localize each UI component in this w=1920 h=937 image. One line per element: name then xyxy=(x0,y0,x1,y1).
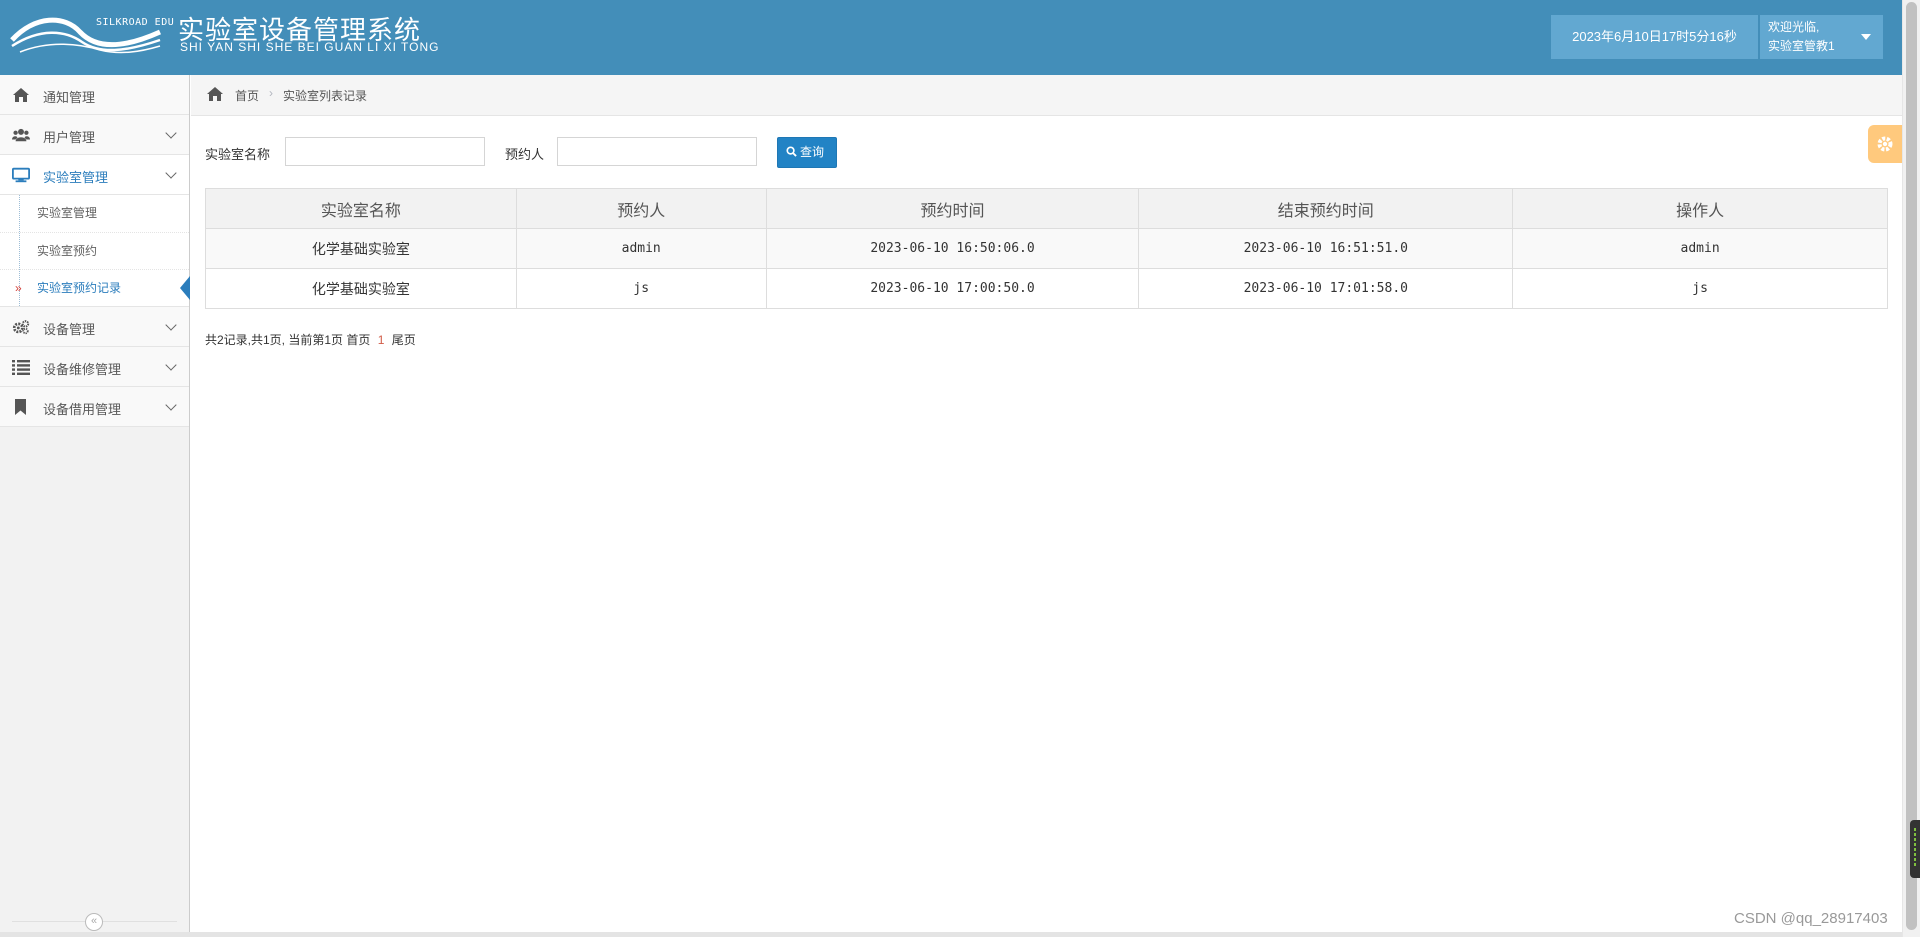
user-menu-toggle[interactable]: 欢迎光临, 实验室管教1 xyxy=(1760,15,1883,59)
sidebar-item-repair[interactable]: 设备维修管理 xyxy=(0,347,189,387)
scrollbar-thumb[interactable] xyxy=(1906,2,1917,930)
table-cell: admin xyxy=(515,228,767,269)
chevron-down-icon xyxy=(165,167,177,179)
sidebar-item-borrow[interactable]: 设备借用管理 xyxy=(0,387,189,427)
app-title-pinyin: SHI YAN SHI SHE BEI GUAN LI XI TONG xyxy=(180,40,440,54)
table-cell: 化学基础实验室 xyxy=(205,228,517,269)
breadcrumb-current: 实验室列表记录 xyxy=(283,89,368,103)
sidebar-item-label: 实验室管理 xyxy=(43,170,109,185)
submenu-item-lab-booking[interactable]: 实验室预约 xyxy=(0,232,189,269)
breadcrumb-home-link[interactable]: 首页 xyxy=(235,87,259,104)
sidebar-item-label: 用户管理 xyxy=(43,130,96,145)
table-cell: 化学基础实验室 xyxy=(205,268,517,309)
submenu-item-label: 实验室预约记录 xyxy=(37,281,122,295)
desktop-icon xyxy=(12,167,30,183)
column-header: 预约人 xyxy=(515,188,767,229)
breadcrumb-separator: › xyxy=(269,86,273,100)
sidebar-item-label: 设备维修管理 xyxy=(43,362,122,377)
sidebar-item-users[interactable]: 用户管理 xyxy=(0,115,189,155)
cogs-icon xyxy=(12,320,30,335)
page-scrollbar[interactable] xyxy=(1902,0,1920,937)
table-cell: js xyxy=(515,268,767,309)
column-header: 操作人 xyxy=(1512,188,1888,229)
table-row: 化学基础实验室 admin 2023-06-10 16:50:06.0 2023… xyxy=(205,228,1888,269)
home-icon xyxy=(13,88,29,102)
home-icon xyxy=(207,87,223,101)
double-angle-right-icon: » xyxy=(15,281,22,295)
list-icon xyxy=(12,360,30,375)
chevron-down-icon xyxy=(165,127,177,139)
table-cell: js xyxy=(1512,268,1888,309)
table-header-row: 实验室名称 预约人 预约时间 结束预约时间 操作人 xyxy=(205,188,1888,229)
sidebar-item-label: 通知管理 xyxy=(43,90,96,105)
booker-input[interactable] xyxy=(557,137,757,166)
current-datetime: 2023年6月10日17时5分16秒 xyxy=(1551,15,1758,59)
column-header: 实验室名称 xyxy=(205,188,517,229)
settings-toggle-button[interactable] xyxy=(1868,125,1902,163)
table-cell: 2023-06-10 17:01:58.0 xyxy=(1138,268,1514,309)
sidebar-item-lab-management[interactable]: 实验室管理 xyxy=(0,155,189,195)
footer-divider xyxy=(0,932,1902,937)
pagination-summary: 共2记录,共1页, 当前第1页 xyxy=(205,333,344,347)
chevron-down-icon xyxy=(165,359,177,371)
caret-down-icon xyxy=(1861,34,1871,40)
sidebar-item-equipment[interactable]: 设备管理 xyxy=(0,307,189,347)
gear-icon xyxy=(1877,136,1893,152)
booker-label: 预约人 xyxy=(505,147,545,162)
table-cell: 2023-06-10 17:00:50.0 xyxy=(765,268,1140,309)
bookmark-icon xyxy=(15,399,26,415)
booking-records-table: 实验室名称 预约人 预约时间 结束预约时间 操作人 化学基础实验室 admin … xyxy=(205,188,1888,309)
users-icon xyxy=(12,128,30,142)
lab-submenu: 实验室管理 实验室预约 » 实验室预约记录 xyxy=(0,195,190,307)
pagination-last-link[interactable]: 尾页 xyxy=(392,333,416,347)
table-cell: 2023-06-10 16:51:51.0 xyxy=(1138,228,1514,269)
lab-name-label: 实验室名称 xyxy=(205,147,271,162)
search-button[interactable]: 查询 xyxy=(777,137,837,168)
pagination-current-page[interactable]: 1 xyxy=(378,333,385,347)
logo-text: SILKROAD EDU xyxy=(96,17,175,28)
sidebar-item-notice[interactable]: 通知管理 xyxy=(0,75,189,115)
top-navbar: SILKROAD EDU 实验室设备管理系统 SHI YAN SHI SHE B… xyxy=(0,0,1902,75)
pagination: 共2记录,共1页, 当前第1页 首页 1 尾页 xyxy=(205,331,416,348)
chevron-down-icon xyxy=(165,319,177,331)
pagination-first-link[interactable]: 首页 xyxy=(346,333,370,347)
submenu-item-lab-booking-records[interactable]: » 实验室预约记录 xyxy=(0,269,190,306)
sidebar-item-label: 设备管理 xyxy=(43,322,96,337)
submenu-item-label: 实验室预约 xyxy=(37,244,98,258)
watermark-text: CSDN @qq_28917403 xyxy=(1734,910,1888,927)
submenu-item-label: 实验室管理 xyxy=(37,206,98,220)
lab-name-input[interactable] xyxy=(285,137,485,166)
sidebar: 通知管理 用户管理 实验室管理 实验室管理 实验室预约 » 实验室预约记录 设备… xyxy=(0,75,190,937)
search-icon xyxy=(786,146,797,157)
table-row: 化学基础实验室 js 2023-06-10 17:00:50.0 2023-06… xyxy=(205,268,1888,309)
side-widget-handle[interactable] xyxy=(1910,820,1920,878)
column-header: 预约时间 xyxy=(765,188,1140,229)
search-button-label: 查询 xyxy=(800,145,825,159)
submenu-item-lab-management[interactable]: 实验室管理 xyxy=(0,195,189,232)
table-cell: admin xyxy=(1512,228,1888,269)
column-header: 结束预约时间 xyxy=(1138,188,1514,229)
sidebar-item-label: 设备借用管理 xyxy=(43,402,122,417)
chevron-down-icon xyxy=(165,399,177,411)
table-cell: 2023-06-10 16:50:06.0 xyxy=(765,228,1140,269)
breadcrumb: 首页 › 实验室列表记录 xyxy=(191,75,1902,116)
double-angle-left-icon[interactable]: « xyxy=(85,913,103,931)
